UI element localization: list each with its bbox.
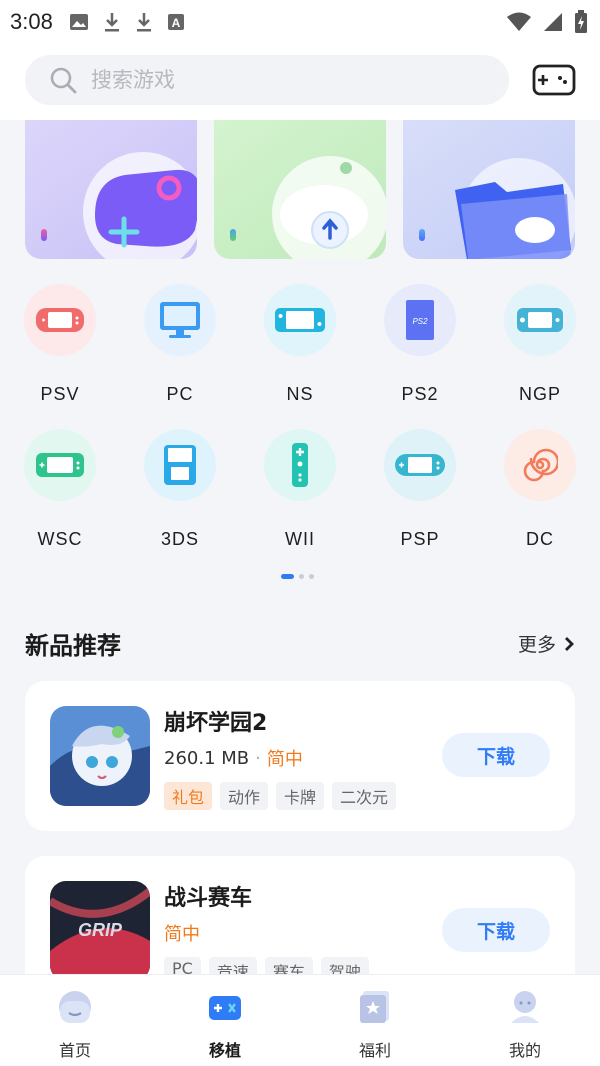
tag: 动作: [220, 782, 269, 810]
home-icon: [59, 991, 91, 1023]
platform-wii[interactable]: WII: [240, 429, 360, 550]
platform-ns[interactable]: NS: [240, 284, 360, 405]
nav-port[interactable]: 移植: [175, 989, 275, 1061]
section-title: 新品推荐: [25, 632, 121, 660]
nav-home[interactable]: 首页: [25, 989, 125, 1061]
wsc-handheld-icon: [24, 429, 96, 501]
ngp-handheld-icon: [504, 284, 576, 356]
platform-ps2[interactable]: PS2 PS2: [360, 284, 480, 405]
svg-text:A: A: [171, 16, 180, 30]
image-icon: [69, 14, 88, 30]
psv-icon: [24, 284, 96, 356]
more-label: 更多: [518, 634, 557, 656]
game-thumbnail: GRIP: [50, 881, 150, 981]
profile-icon: [511, 991, 539, 1023]
download-icon-2: [136, 13, 151, 32]
cloud-folder-icon: [455, 158, 575, 259]
banner-indicator: [419, 229, 425, 241]
wifi-icon: [507, 12, 531, 31]
platform-label: NGP: [518, 384, 561, 404]
tag-gift: 礼包: [164, 782, 213, 810]
3ds-console-icon: [144, 429, 216, 501]
svg-text:PS2: PS2: [412, 317, 428, 326]
platform-3ds[interactable]: 3DS: [120, 429, 240, 550]
platform-page-indicator: [281, 574, 314, 579]
feature-banners: [0, 120, 600, 260]
search-header: [0, 44, 600, 120]
platform-label: DC: [526, 529, 554, 549]
nav-rewards[interactable]: 福利: [325, 989, 425, 1061]
ns-console-icon: [264, 284, 336, 356]
platform-label: PS2: [401, 384, 439, 404]
platform-label: WII: [285, 529, 315, 549]
nav-label: 我的: [508, 1041, 541, 1060]
cloud-upload-icon: [272, 156, 386, 259]
game-title: 崩坏学园2: [164, 711, 268, 736]
search-bar[interactable]: [25, 55, 509, 105]
gamepad-icon[interactable]: [532, 63, 576, 97]
platform-label: PSP: [400, 529, 440, 549]
gamepad-port-icon: [209, 996, 241, 1020]
game-title: 战斗赛车: [164, 886, 253, 911]
platform-psp[interactable]: PSP: [360, 429, 480, 550]
platform-label: NS: [286, 384, 314, 404]
banner-indicator: [41, 229, 47, 241]
banner-add-game[interactable]: [25, 120, 197, 259]
game-language: 简中: [164, 924, 200, 945]
psp-handheld-icon: [384, 429, 456, 501]
download-button[interactable]: 下载: [442, 908, 550, 952]
battery-icon: [575, 10, 587, 33]
rewards-icon: [360, 991, 389, 1023]
game-language: 简中: [266, 749, 303, 770]
nav-label: 福利: [358, 1041, 391, 1060]
game-meta: 简中: [164, 920, 200, 946]
banner-cloud-upload[interactable]: [214, 120, 386, 259]
platform-ngp[interactable]: NGP: [480, 284, 600, 405]
signal-icon: [544, 13, 562, 31]
download-icon: [104, 13, 119, 32]
status-bar: 3:08 A: [0, 0, 600, 44]
game-card[interactable]: 崩坏学园2 260.1 MB · 简中 礼包 动作 卡牌 二次元 下载: [25, 681, 575, 831]
page-dot: [299, 574, 304, 579]
nav-profile[interactable]: 我的: [475, 989, 575, 1061]
platform-label: 3DS: [160, 529, 199, 549]
game-tags: 礼包 动作 卡牌 二次元: [164, 782, 397, 810]
platform-dc[interactable]: DC: [480, 429, 600, 550]
game-meta: 260.1 MB · 简中: [164, 745, 303, 771]
ps2-disc-case-icon: PS2: [384, 284, 456, 356]
platform-label: WSC: [37, 529, 83, 549]
chevron-right-icon: [565, 636, 574, 651]
page-dot: [309, 574, 314, 579]
dc-swirl-icon: [504, 429, 576, 501]
platform-label: PC: [166, 384, 194, 404]
page-dot-active: [281, 574, 294, 579]
tag: 卡牌: [276, 782, 325, 810]
platform-pc[interactable]: PC: [120, 284, 240, 405]
platform-label: PSV: [40, 384, 80, 404]
more-link[interactable]: 更多: [518, 630, 574, 657]
pc-monitor-icon: [144, 284, 216, 356]
game-size: 260.1 MB: [164, 747, 250, 769]
search-icon: [50, 67, 77, 94]
tag: 二次元: [332, 782, 397, 810]
banner-cloud-folder[interactable]: [403, 120, 575, 259]
platform-psv[interactable]: PSV: [0, 284, 120, 405]
svg-text:GRIP: GRIP: [78, 920, 123, 940]
font-icon: A: [167, 14, 184, 30]
meta-separator: ·: [255, 747, 261, 769]
banner-indicator: [230, 229, 236, 241]
wii-remote-icon: [264, 429, 336, 501]
bottom-navigation: 首页 移植 福利 我的: [0, 974, 600, 1066]
nav-label: 首页: [58, 1041, 91, 1060]
status-time: 3:08: [10, 9, 53, 34]
add-gamepad-icon: [83, 152, 197, 259]
game-thumbnail: [50, 706, 150, 806]
search-input[interactable]: [91, 68, 451, 92]
platform-wsc[interactable]: WSC: [0, 429, 120, 550]
download-button[interactable]: 下载: [442, 733, 550, 777]
nav-label: 移植: [208, 1041, 241, 1060]
